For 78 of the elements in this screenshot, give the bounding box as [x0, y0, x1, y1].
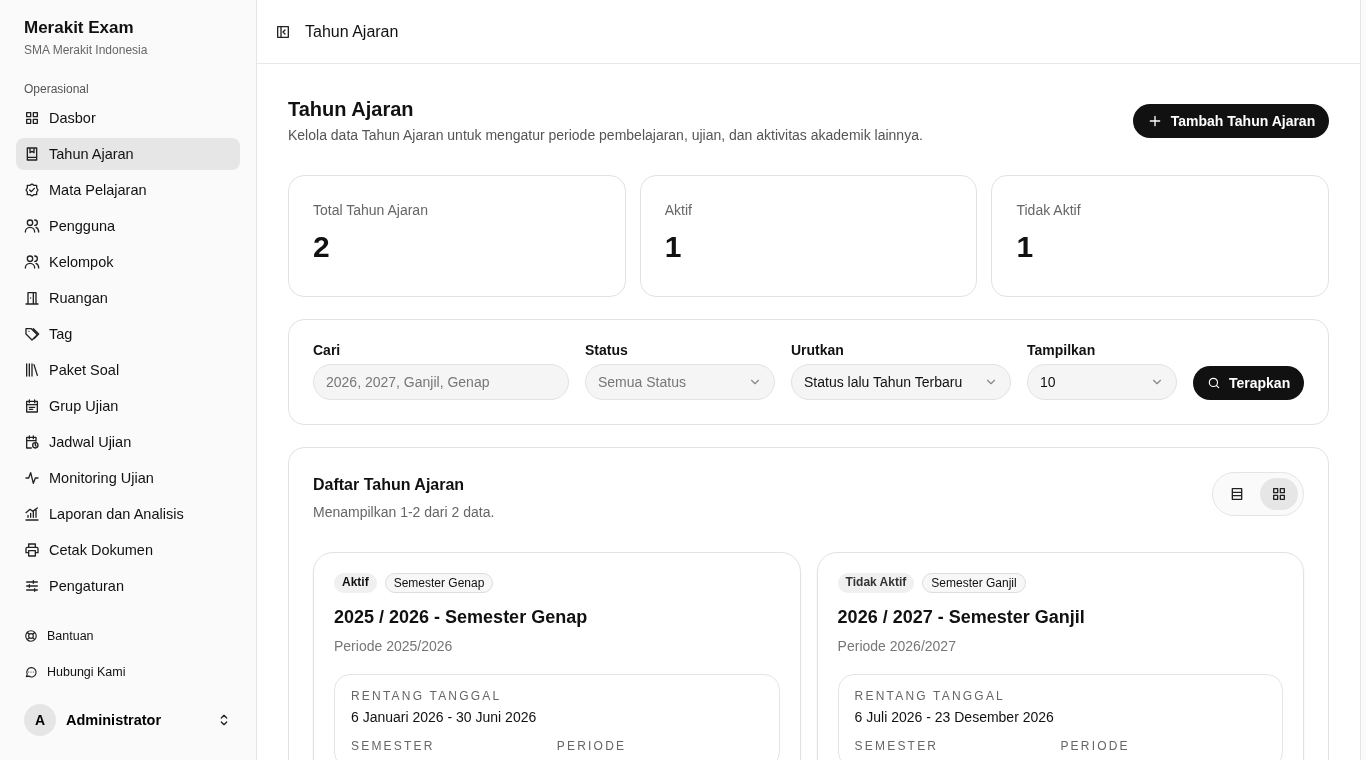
- status-tag: Aktif: [334, 573, 377, 593]
- pulse-icon: [24, 470, 40, 486]
- status-tag: Tidak Aktif: [837, 573, 915, 593]
- card-title: 2025 / 2026 - Semester Genap: [334, 607, 589, 628]
- book-icon: [24, 146, 40, 162]
- users-icon: [24, 254, 40, 270]
- field-label: Cari: [313, 342, 342, 358]
- select-field[interactable]: 10: [1027, 364, 1177, 400]
- stat-label: Tidak Aktif: [1016, 202, 1082, 218]
- app-name: Merakit Exam: [24, 18, 135, 38]
- card-title: 2026 / 2027 - Semester Ganjil: [837, 607, 1086, 628]
- detail-label: SEMESTER: [351, 739, 436, 753]
- door-icon: [24, 290, 40, 306]
- sidebar-item[interactable]: Pengguna: [16, 210, 240, 242]
- sidebar-item[interactable]: Laporan dan Analisis: [16, 498, 240, 530]
- field-label: Status: [585, 342, 629, 358]
- printer-icon: [24, 542, 40, 558]
- select-field[interactable]: Status lalu Tahun Terbaru: [791, 364, 1011, 400]
- semester-tag: Semester Ganjil: [922, 573, 1026, 593]
- sidebar-item[interactable]: Tag: [16, 318, 240, 350]
- detail-label: RENTANG TANGGAL: [351, 689, 503, 703]
- user-menu[interactable]: A Administrator: [16, 700, 240, 740]
- detail-label: RENTANG TANGGAL: [854, 689, 1006, 703]
- page-subtitle: Kelola data Tahun Ajaran untuk mengatur periode pembelajaran, ujian, dan aktivitas akademik lainnya.: [288, 127, 923, 143]
- stat-label: Total Tahun Ajaran: [313, 202, 429, 218]
- detail-label: SEMESTER: [854, 739, 940, 753]
- section-label: Operasional: [24, 82, 90, 96]
- detail-label: PERIODE: [1060, 739, 1131, 753]
- sidebar-link[interactable]: Bantuan: [16, 620, 240, 652]
- select-field[interactable]: Semua Status: [585, 364, 775, 400]
- school-name: SMA Merakit Indonesia: [24, 43, 149, 57]
- search-field[interactable]: 2026, 2027, Ganjil, Genap: [313, 364, 569, 400]
- header-title: Tahun Ajaran: [305, 22, 399, 41]
- field-label: Urutkan: [791, 342, 845, 358]
- detail-label: PERIODE: [556, 739, 628, 753]
- stat-value: 2: [313, 230, 331, 264]
- grid-icon: [1271, 486, 1288, 502]
- date-range: 6 Juli 2026 - 23 Desember 2026: [854, 709, 1055, 725]
- sidebar-link[interactable]: Hubungi Kami: [16, 656, 240, 688]
- stat-label: Aktif: [664, 202, 693, 218]
- card-period: Periode 2026/2027: [837, 638, 957, 654]
- sidebar-item[interactable]: Pengaturan: [16, 570, 240, 602]
- library-icon: [24, 362, 40, 378]
- avatar: A: [24, 704, 56, 736]
- users-icon: [24, 218, 40, 234]
- search-icon: [1207, 376, 1221, 390]
- semester-tag: Semester Genap: [384, 573, 494, 593]
- apply-button[interactable]: Terapkan: [1193, 366, 1305, 400]
- stat-value: 1: [1016, 230, 1035, 264]
- lifebuoy-icon: [24, 629, 38, 643]
- sidebar-item[interactable]: Cetak Dokumen: [16, 534, 240, 566]
- sidebar-item[interactable]: Tahun Ajaran: [16, 138, 240, 170]
- grid-view-button[interactable]: [1260, 478, 1299, 510]
- chat-icon: [24, 665, 38, 679]
- page-title: Tahun Ajaran: [288, 98, 415, 121]
- sidebar-item[interactable]: Ruangan: [16, 282, 240, 314]
- tags-icon: [24, 326, 40, 342]
- card-period: Periode 2025/2026: [334, 638, 454, 654]
- stat-value: 1: [664, 230, 683, 264]
- sidebar-item[interactable]: Kelompok: [16, 246, 240, 278]
- list-summary: Menampilkan 1-2 dari 2 data.: [313, 504, 495, 520]
- add-button[interactable]: Tambah Tahun Ajaran: [1132, 104, 1330, 138]
- sidebar-item[interactable]: Dasbor: [16, 102, 240, 134]
- calendar-clock-icon: [24, 434, 40, 450]
- grid-icon: [24, 110, 40, 126]
- sliders-icon: [24, 578, 40, 594]
- sidebar-item[interactable]: Monitoring Ujian: [16, 462, 240, 494]
- sidebar-toggle-icon[interactable]: [275, 23, 291, 40]
- calendar-icon: [24, 398, 40, 414]
- sidebar-item[interactable]: Paket Soal: [16, 354, 240, 386]
- badge-check-icon: [24, 182, 40, 198]
- sidebar-item[interactable]: Jadwal Ujian: [16, 426, 240, 458]
- sidebar-item[interactable]: Mata Pelajaran: [16, 174, 240, 206]
- list-title: Daftar Tahun Ajaran: [313, 476, 466, 494]
- date-range: 6 Januari 2026 - 30 Juni 2026: [351, 709, 538, 725]
- field-label: Tampilkan: [1027, 342, 1097, 358]
- sidebar-item[interactable]: Grup Ujian: [16, 390, 240, 422]
- chart-icon: [24, 506, 40, 522]
